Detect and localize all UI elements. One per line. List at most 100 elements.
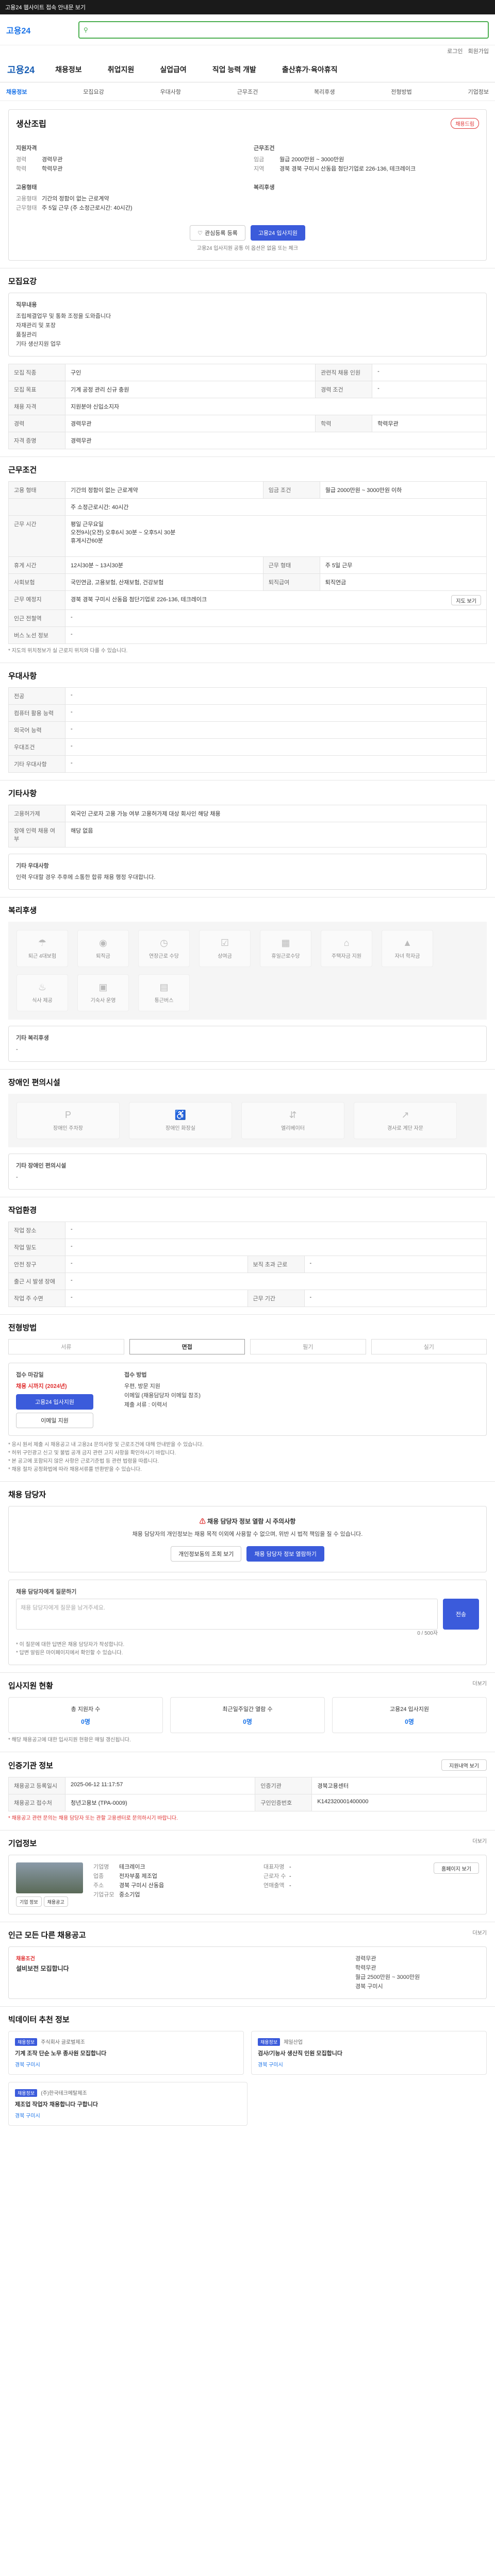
row-value: 청년고용보 (TPA-0009) (64, 1794, 256, 1811)
row-value: - (65, 609, 487, 627)
company-jobs-button[interactable]: 채용공고 (43, 1896, 68, 1907)
stats-section: 입사지원 현황 더보기 총 지원자 수 0명 최근일주일간 열람 수 0명 고용24… (0, 1673, 495, 1752)
tab-prefer[interactable]: 우대사항 (160, 88, 181, 96)
privacy-consent-button[interactable]: 개인정보동의 조회 보기 (171, 1546, 242, 1562)
company-value: 테크레이크 (119, 1864, 145, 1870)
row-value: - (65, 1239, 487, 1256)
gnb-brand[interactable]: 고용24 (7, 63, 35, 76)
stat-online: 고용24 입사지원 0명 (332, 1697, 487, 1733)
screening-steps: 서류 면접 필기 실기 (8, 1339, 487, 1354)
conditions-note: * 지도의 위치정보가 실 근로지 위치와 다를 수 있습니다. (8, 648, 128, 654)
tab-jobinfo[interactable]: 채용정보 (6, 88, 27, 96)
row-value: - (65, 687, 487, 705)
map-button[interactable]: 지도 보기 (451, 595, 481, 605)
tab-welfare[interactable]: 복리후생 (314, 88, 335, 96)
step-practical: 실기 (371, 1339, 487, 1354)
welfare-head: 복리후생 (254, 184, 275, 191)
recommend-job: 검사/기능사 생산직 인원 모집합니다 (258, 2050, 343, 2057)
stat-value: 0명 (81, 1718, 90, 1725)
row-value: 지원분야 신입소지자 (65, 398, 487, 415)
search-icon: ⚲ (84, 26, 88, 33)
related-section: 인근 모든 다른 채용공고 더보기 채용조건 설비보전 모집합니다 경력무관 학… (0, 1922, 495, 2007)
tab-screening[interactable]: 전형방법 (391, 88, 411, 96)
qa-send-button[interactable]: 전송 (443, 1599, 479, 1630)
tab-recruit[interactable]: 모집요강 (83, 88, 104, 96)
recommend-title: 빅데이터 추천 정보 (8, 2015, 70, 2024)
stat-total: 총 지원자 수 0명 (8, 1697, 163, 1733)
signup-link[interactable]: 회원가입 (468, 47, 489, 55)
screening-note: * 채용 절차 공정화법에 따라 채용서류를 반환받을 수 있습니다. (8, 1467, 142, 1472)
view-contact-button[interactable]: 채용 담당자 정보 열람하기 (246, 1546, 324, 1562)
search-input[interactable]: ⚲ (78, 21, 489, 39)
summary-note: 고용24 입사지원 공통 이 옵션은 없음 또는 체크 (196, 246, 299, 251)
company-home-button[interactable]: 홈페이지 보기 (434, 1862, 479, 1874)
row-label: 인근 전철역 (8, 609, 65, 627)
job-title: 생산조립 (16, 120, 46, 129)
accessibility-item: ♿ 장애인 화장실 (129, 1102, 232, 1139)
apply-button-2[interactable]: 고용24 입사지원 (16, 1394, 93, 1410)
table-row: 주 소정근로시간: 40시간 (8, 498, 487, 516)
email-apply-button[interactable]: 이메일 지원 (16, 1413, 93, 1428)
accessibility-label: 엘리베이터 (281, 1126, 305, 1131)
row-label: 우대조건 (8, 738, 65, 756)
tab-conditions[interactable]: 근무조건 (237, 88, 258, 96)
site-logo[interactable]: 고용24 (6, 24, 78, 36)
related-card[interactable]: 채용조건 설비보전 모집합니다 경력무관 학력무관 월급 2500만원 ~ 30… (8, 1946, 487, 1999)
method-line: 이메일 (채용담당자 이메일 참조) (124, 1393, 201, 1399)
qa-textarea[interactable]: 채용 담당자에게 질문을 남겨주세요. (16, 1599, 438, 1630)
company-value: 중소기업 (119, 1892, 140, 1898)
method-head: 접수 방법 (124, 1372, 147, 1378)
stats-more-link[interactable]: 더보기 (472, 1680, 487, 1697)
nav-item-jobs[interactable]: 채용정보 (55, 64, 82, 75)
manage-button[interactable]: 지원내역 보기 (441, 1759, 487, 1771)
related-more-link[interactable]: 더보기 (472, 1929, 487, 1946)
table-row: 전공 - (8, 687, 487, 705)
top-notice-text[interactable]: 고용24 웹사이트 접속 안내문 보기 (5, 3, 86, 11)
row-value: 12시30분 ~ 13시30분 (65, 556, 263, 574)
accessibility-item: ⇵ 엘리베이터 (241, 1102, 344, 1139)
scrap-button[interactable]: ♡ 관심등록 등록 (190, 225, 245, 241)
accessibility-label: 장애인 화장실 (166, 1126, 195, 1131)
recommend-card[interactable]: 채용정보 (주)한국테크메탈제조 제조업 작업자 채용합니다 구합니다 경북 구… (8, 2082, 248, 2126)
company-value: - (289, 1864, 291, 1870)
row-label: 채용 자격 (8, 398, 65, 415)
row-value: - (65, 1273, 487, 1290)
accessibility-title: 장애인 편의시설 (8, 1078, 60, 1087)
nav-item-benefit[interactable]: 실업급여 (160, 64, 187, 75)
company-section: 기업정보 더보기 기업 정보 채용공고 기업명 테크레이크 업종 전자부품 제조업 … (0, 1831, 495, 1922)
work-type-value: 주 5일 근무 (주 소정근로시간: 40시간) (42, 205, 133, 211)
recommend-card[interactable]: 채용정보 주식회사 글로벌제조 기계 조작 단순 노무 종사원 모집합니다 경북… (8, 2031, 244, 2075)
nav-item-leave[interactable]: 출산휴가·육아휴직 (282, 64, 338, 75)
row-label: 구인인증번호 (255, 1794, 312, 1811)
row-label: 작업 주 수면 (8, 1290, 65, 1307)
row-label: 작업 장소 (8, 1222, 65, 1239)
table-row: 자격 증명 경력무관 (8, 432, 487, 449)
row-label: 버스 노선 정보 (8, 626, 65, 644)
welfare-label: 퇴근 4대보험 (28, 954, 57, 959)
row-value: 경력무관 (65, 432, 487, 449)
company-more-link[interactable]: 더보기 (472, 1838, 487, 1855)
recommend-location: 경북 구미시 (15, 2113, 40, 2119)
stat-label: 총 지원자 수 (71, 1706, 101, 1713)
company-info-button[interactable]: 기업 정보 (16, 1896, 42, 1907)
job-desc-card: 직무내용 조립체결업무 및 통화 조정을 도와줍니다 자재관리 및 포장 품질관… (8, 293, 487, 357)
elevator-icon: ⇵ (289, 1110, 297, 1120)
welfare-item: ⌂ 주택자금 지원 (321, 930, 372, 967)
company-value: 전자부품 제조업 (119, 1873, 157, 1879)
nav-item-training[interactable]: 직업 능력 개발 (212, 64, 256, 75)
row-label: 전공 (8, 687, 65, 705)
row-label: 근무 기간 (247, 1290, 305, 1307)
row-value: - (372, 364, 487, 381)
login-link[interactable]: 로그인 (447, 47, 463, 55)
welfare-other-head: 기타 복리후생 (16, 1035, 49, 1041)
parking-icon: P (64, 1110, 71, 1120)
recommend-badge: 채용정보 (258, 2038, 280, 2046)
welfare-item: ☂ 퇴근 4대보험 (16, 930, 68, 967)
apply-button[interactable]: 고용24 입사지원 (250, 225, 305, 241)
nav-item-support[interactable]: 취업지원 (108, 64, 135, 75)
row-value: - (65, 626, 487, 644)
tab-company[interactable]: 기업정보 (468, 88, 489, 96)
recommend-card[interactable]: 채용정보 제일산업 검사/기능사 생산직 인원 모집합니다 경북 구미시 (251, 2031, 487, 2075)
qa-note: * 이 질문에 대한 답변은 채용 담당자가 작성합니다. (16, 1642, 125, 1648)
row-value: 기간의 정함이 없는 근로계약 (65, 481, 263, 499)
